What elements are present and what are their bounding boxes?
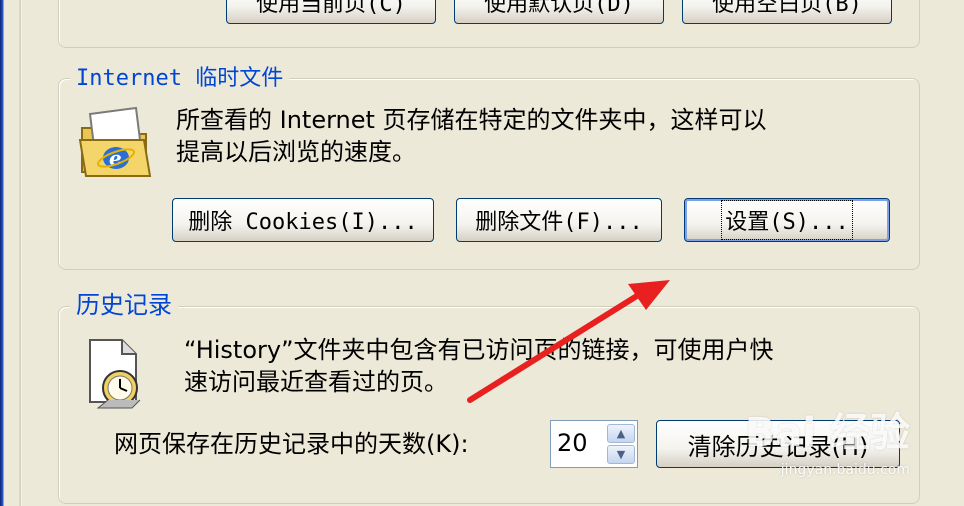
baidu-watermark-url: jingyan.baidu.com <box>780 462 910 478</box>
baidu-watermark: Bai 经验 <box>744 410 910 456</box>
